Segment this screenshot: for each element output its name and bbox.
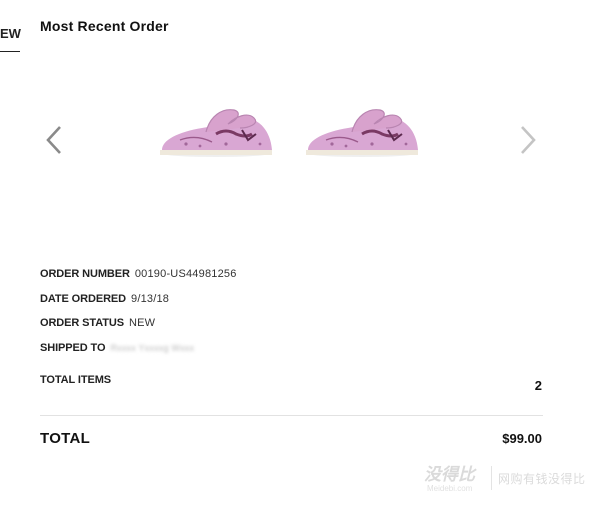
- left-tab-underline: [0, 51, 20, 52]
- carousel-next-button[interactable]: [516, 124, 540, 156]
- watermark-logo-text: 没得比: [424, 465, 475, 484]
- order-number-value: 00190-US44981256: [134, 268, 237, 281]
- order-number-row: ORDER NUMBER 00190-US44981256: [40, 262, 542, 287]
- watermark-slogan: 网购有钱没得比: [498, 472, 586, 486]
- shipped-to-label: SHIPPED TO: [40, 341, 106, 354]
- date-ordered-label: DATE ORDERED: [40, 292, 126, 305]
- carousel-prev-button[interactable]: [42, 124, 66, 156]
- total-items-row: TOTAL ITEMS 2: [40, 374, 542, 393]
- page-title: Most Recent Order: [40, 18, 169, 34]
- watermark-divider: [491, 466, 492, 490]
- order-number-label: ORDER NUMBER: [40, 268, 130, 281]
- date-ordered-row: DATE ORDERED 9/13/18: [40, 287, 542, 312]
- order-status-label: ORDER STATUS: [40, 317, 124, 330]
- total-items-count: 2: [534, 378, 542, 393]
- shipped-to-row: SHIPPED TO Rxxxx Yxxxxg Wxxx: [40, 336, 542, 361]
- shoe-image: [160, 109, 272, 157]
- chevron-right-icon[interactable]: [516, 124, 540, 156]
- left-tab-label[interactable]: EW: [0, 26, 21, 41]
- order-total-value: $99.00: [502, 431, 542, 446]
- order-total-label: TOTAL: [40, 430, 91, 447]
- watermark-site: Meidebi.com: [427, 484, 473, 493]
- order-status-row: ORDER STATUS NEW: [40, 311, 542, 336]
- summary-divider: [40, 415, 543, 416]
- product-image-shoe[interactable]: [302, 106, 422, 158]
- shoe-image: [306, 109, 418, 157]
- order-status-value: NEW: [128, 317, 156, 330]
- product-carousel: [40, 100, 542, 190]
- total-items-label: TOTAL ITEMS: [40, 374, 112, 386]
- chevron-left-icon[interactable]: [42, 124, 66, 156]
- shipped-to-value: Rxxxx Yxxxxg Wxxx: [110, 342, 195, 353]
- order-total-row: TOTAL $99.00: [40, 430, 542, 447]
- date-ordered-value: 9/13/18: [131, 292, 170, 305]
- product-image-shoe[interactable]: [156, 106, 276, 158]
- order-details: ORDER NUMBER 00190-US44981256 DATE ORDER…: [40, 262, 542, 360]
- watermark: 没得比 Meidebi.com 网购有钱没得比: [424, 460, 608, 496]
